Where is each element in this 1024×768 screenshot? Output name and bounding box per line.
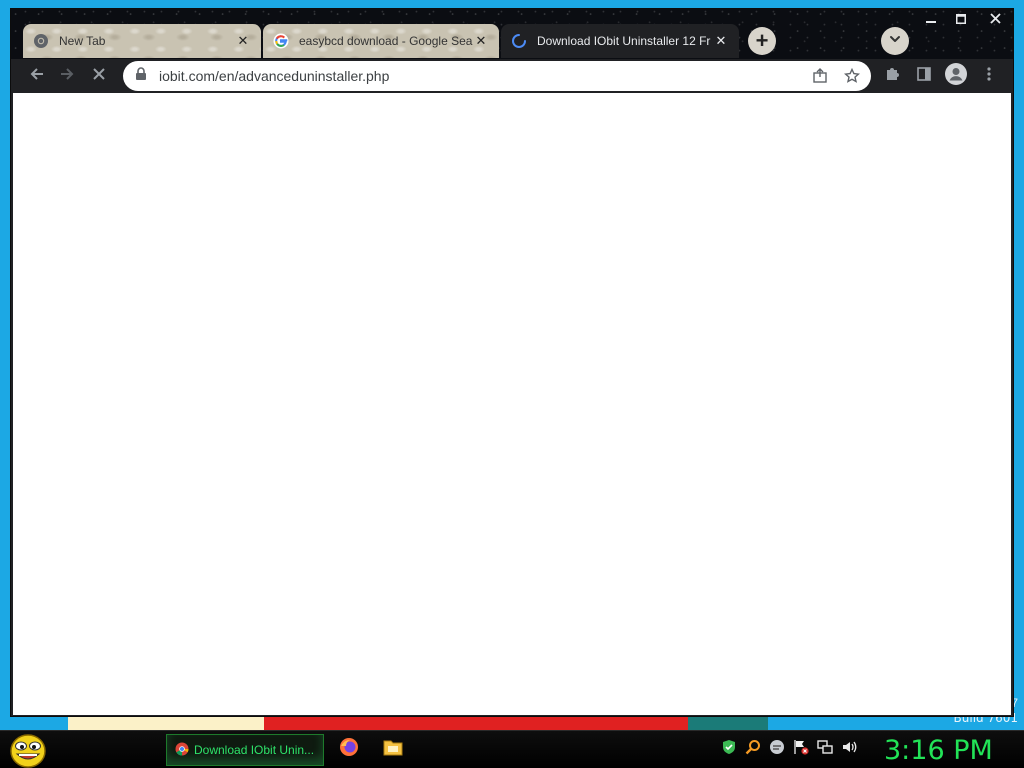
speaker-icon xyxy=(841,739,857,760)
windows-taskbar: Download IObit Unin... 3:16 PM xyxy=(0,730,1024,768)
forward-button[interactable] xyxy=(53,62,81,90)
browser-toolbar: iobit.com/en/advanceduninstaller.php xyxy=(11,59,1013,93)
close-icon xyxy=(989,11,1001,29)
messenger-tray-button[interactable] xyxy=(769,739,785,760)
side-panel-icon xyxy=(916,66,932,87)
plus-icon: + xyxy=(755,28,769,53)
back-button[interactable] xyxy=(23,62,51,90)
puzzle-piece-icon xyxy=(884,66,900,87)
page-content-area[interactable] xyxy=(13,93,1011,715)
tab-title: Download IObit Uninstaller 12 Fr xyxy=(537,34,711,48)
chrome-window: New Tab ✕ easybcd download - Google Sea … xyxy=(10,8,1014,717)
close-icon xyxy=(91,66,107,87)
bookmark-star-icon[interactable] xyxy=(843,67,861,85)
network-computer-icon xyxy=(817,739,833,760)
close-tab-icon[interactable]: ✕ xyxy=(713,33,729,49)
minimize-icon xyxy=(926,11,936,29)
taskbar-item-label: Download IObit Unin... xyxy=(194,743,315,757)
magnifier-icon xyxy=(745,739,761,760)
volume-tray-button[interactable] xyxy=(841,741,857,757)
chat-bubble-icon xyxy=(769,739,785,760)
file-explorer-taskbar-button[interactable] xyxy=(382,738,404,760)
network-tray-button[interactable] xyxy=(817,739,833,760)
loading-spinner-icon xyxy=(511,33,527,49)
smiley-face-icon xyxy=(8,734,48,768)
close-tab-icon[interactable]: ✕ xyxy=(235,33,251,49)
close-tab-icon[interactable]: ✕ xyxy=(473,33,489,49)
search-tray-button[interactable] xyxy=(745,739,761,760)
chevron-down-icon xyxy=(888,32,902,51)
browser-titlebar: New Tab ✕ easybcd download - Google Sea … xyxy=(11,9,1013,61)
firefox-taskbar-button[interactable] xyxy=(338,737,360,762)
flag-alert-icon xyxy=(793,739,809,760)
maximize-button[interactable] xyxy=(946,10,976,30)
arrow-right-icon xyxy=(58,65,76,88)
url-text: iobit.com/en/advanceduninstaller.php xyxy=(159,68,390,84)
folder-icon xyxy=(383,738,403,761)
taskbar-clock[interactable]: 3:16 PM xyxy=(884,732,993,768)
start-button[interactable] xyxy=(8,732,48,768)
arrow-left-icon xyxy=(28,65,46,88)
firefox-icon xyxy=(339,737,359,762)
tab-iobit-download[interactable]: Download IObit Uninstaller 12 Fr ✕ xyxy=(501,24,739,58)
kebab-menu-icon xyxy=(987,66,991,87)
avatar-icon xyxy=(945,62,967,90)
security-shield-tray-button[interactable] xyxy=(721,739,737,760)
chrome-icon xyxy=(175,742,189,759)
tab-search-button[interactable] xyxy=(881,27,909,55)
action-center-tray-button[interactable] xyxy=(793,739,809,760)
tab-google-search[interactable]: easybcd download - Google Sea ✕ xyxy=(263,24,499,58)
shield-check-icon xyxy=(721,739,737,760)
minimize-button[interactable] xyxy=(916,10,946,30)
close-window-button[interactable] xyxy=(976,10,1013,30)
new-tab-button[interactable]: + xyxy=(748,27,776,55)
side-panel-button[interactable] xyxy=(910,62,938,90)
lock-icon xyxy=(135,66,147,86)
tab-new-tab[interactable]: New Tab ✕ xyxy=(23,24,261,58)
taskbar-chrome-window[interactable]: Download IObit Unin... xyxy=(166,734,324,766)
google-icon xyxy=(273,33,289,49)
tab-title: New Tab xyxy=(59,34,106,48)
profile-button[interactable] xyxy=(942,62,970,90)
tab-title: easybcd download - Google Sea xyxy=(299,34,473,48)
share-icon[interactable] xyxy=(811,67,829,85)
maximize-icon xyxy=(956,11,966,29)
address-bar[interactable]: iobit.com/en/advanceduninstaller.php xyxy=(123,61,871,91)
menu-button[interactable] xyxy=(975,62,1003,90)
stop-loading-button[interactable] xyxy=(85,62,113,90)
chrome-icon xyxy=(33,33,49,49)
extensions-button[interactable] xyxy=(878,62,906,90)
